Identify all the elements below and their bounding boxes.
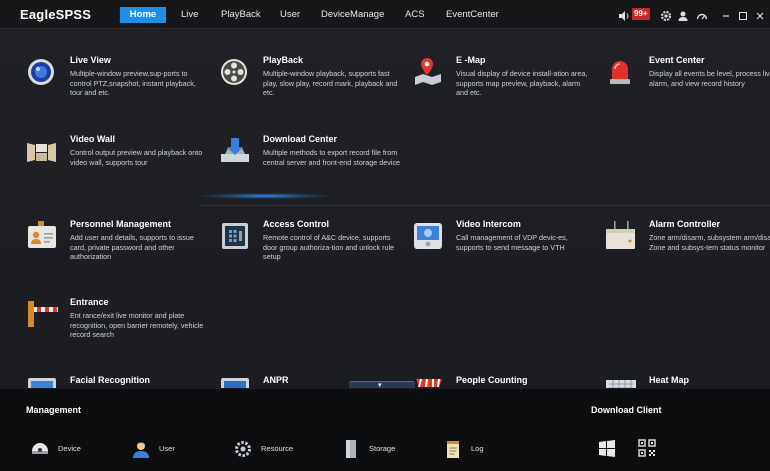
tile-description: Display all events be level, process liv… <box>649 69 770 88</box>
windows-icon[interactable] <box>598 439 616 457</box>
intercom-icon <box>412 219 448 255</box>
tile-title: Facial Recognition <box>70 375 151 385</box>
speaker-icon[interactable] <box>618 9 630 21</box>
tab-acs[interactable]: ACS <box>405 7 425 23</box>
id-card-icon <box>26 219 62 255</box>
barrier-gate-icon <box>26 297 62 333</box>
selection-glow <box>200 193 330 199</box>
tile-title: Heat Map <box>649 375 690 385</box>
tile-title: Download Center <box>263 134 338 144</box>
tile-alarm-controller[interactable]: Alarm Controller Zone arm/disarm, subsys… <box>605 219 770 279</box>
tab-eventcenter[interactable]: EventCenter <box>446 7 499 23</box>
tile-download-center[interactable]: Download Center Multiple methods to expo… <box>219 134 401 194</box>
expand-collapse-tab[interactable]: ▾ <box>349 381 415 388</box>
video-wall-icon <box>26 134 62 170</box>
alarm-panel-icon <box>605 219 641 255</box>
user-icon[interactable] <box>677 9 689 21</box>
minimize-icon[interactable] <box>720 9 732 21</box>
tab-user[interactable]: User <box>280 7 300 23</box>
tile-title: Alarm Controller <box>649 219 721 229</box>
tile-access-control[interactable]: Access Control Remote control of A&C dev… <box>219 219 399 279</box>
storage-server-icon <box>341 439 361 459</box>
tile-description: Multiple-window playback, supports fast … <box>263 69 398 98</box>
tile-title: Personnel Management <box>70 219 172 229</box>
top-navigation-bar: EagleSPSS Home Live PlayBack User Device… <box>0 0 770 29</box>
tile-description: Control output preview and playback onto… <box>70 148 203 167</box>
download-client-title: Download Client <box>591 405 662 415</box>
tile-description: Multiple-window preview,sup-ports to con… <box>70 69 196 98</box>
chevron-down-icon: ▾ <box>378 382 382 388</box>
tile-description: Visual display of device install-ation a… <box>456 69 588 98</box>
tile-emap[interactable]: E -Map Visual display of device install-… <box>412 55 592 115</box>
tile-playback[interactable]: PlayBack Multiple-window playback, suppo… <box>219 55 399 115</box>
close-icon[interactable] <box>754 9 766 21</box>
tile-description: Call management of VDP devic-es, support… <box>456 233 568 252</box>
film-reel-icon <box>219 55 255 91</box>
tab-devicemanage[interactable]: DeviceManage <box>321 7 384 23</box>
home-module-grid: Live View Multiple-window preview,sup-po… <box>0 30 770 388</box>
tile-title: Video Intercom <box>456 219 521 229</box>
tile-title: Live View <box>70 55 111 65</box>
tile-heat-map[interactable]: Heat Map <box>605 375 770 388</box>
awning-icon <box>412 375 448 388</box>
management-item-label: User <box>159 444 175 453</box>
live-view-icon <box>26 55 62 91</box>
tile-video-wall[interactable]: Video Wall Control output preview and pl… <box>26 134 206 194</box>
tile-live-view[interactable]: Live View Multiple-window preview,sup-po… <box>26 55 206 115</box>
alarm-count-badge[interactable]: 99+ <box>632 8 650 20</box>
log-notepad-icon <box>443 439 463 459</box>
tile-title: Video Wall <box>70 134 116 144</box>
gauge-icon[interactable] <box>696 9 708 21</box>
access-keypad-icon <box>219 219 255 255</box>
tab-playback[interactable]: PlayBack <box>221 7 261 23</box>
tile-title: Entrance <box>70 297 109 307</box>
bottom-panel: Management Device User Resource Storage … <box>0 389 770 471</box>
tile-people-counting[interactable]: People Counting <box>412 375 592 388</box>
heat-grid-icon <box>605 375 641 388</box>
management-item-label: Log <box>471 444 484 453</box>
alarm-light-icon <box>605 55 641 91</box>
resource-gear-icon <box>233 439 253 459</box>
tab-home[interactable]: Home <box>120 7 166 23</box>
management-item-label: Resource <box>261 444 294 453</box>
tile-description: Multiple methods to export record file f… <box>263 148 401 167</box>
device-camera-icon <box>30 439 50 459</box>
tile-facial-recognition[interactable]: Facial Recognition <box>26 375 206 388</box>
tile-title: PlayBack <box>263 55 304 65</box>
tile-entrance[interactable]: Entrance Ent rance/exit live monitor and… <box>26 297 206 357</box>
tile-description: Ent rance/exit live monitor and plate re… <box>70 311 204 340</box>
tile-title: People Counting <box>456 375 528 385</box>
gear-icon[interactable] <box>660 9 672 22</box>
tile-title: Access Control <box>263 219 330 229</box>
tile-description: Zone arm/disarm, subsystem arm/disarm, Z… <box>649 233 770 252</box>
download-tray-icon <box>219 134 255 170</box>
tile-description: Remote control of A&C device, supports d… <box>263 233 395 262</box>
app-logo: EagleSPSS <box>20 7 92 22</box>
section-divider <box>200 205 770 206</box>
tile-video-intercom[interactable]: Video Intercom Call management of VDP de… <box>412 219 592 279</box>
management-item-label: Device <box>58 444 81 453</box>
tile-title: ANPR <box>263 375 289 385</box>
tile-description: Add user and details, supports to issue … <box>70 233 194 262</box>
face-scan-icon <box>26 375 62 388</box>
user-avatar-icon <box>131 439 151 459</box>
tile-personnel-management[interactable]: Personnel Management Add user and detail… <box>26 219 206 279</box>
qr-code-icon[interactable] <box>638 439 656 457</box>
map-pin-icon <box>412 55 448 91</box>
management-title: Management <box>26 405 82 415</box>
maximize-icon[interactable] <box>737 9 749 21</box>
tile-title: E -Map <box>456 55 486 65</box>
tile-event-center[interactable]: Event Center Display all events be level… <box>605 55 770 115</box>
plate-camera-icon <box>219 375 255 388</box>
tab-live[interactable]: Live <box>181 7 198 23</box>
management-item-label: Storage <box>369 444 396 453</box>
tile-title: Event Center <box>649 55 705 65</box>
